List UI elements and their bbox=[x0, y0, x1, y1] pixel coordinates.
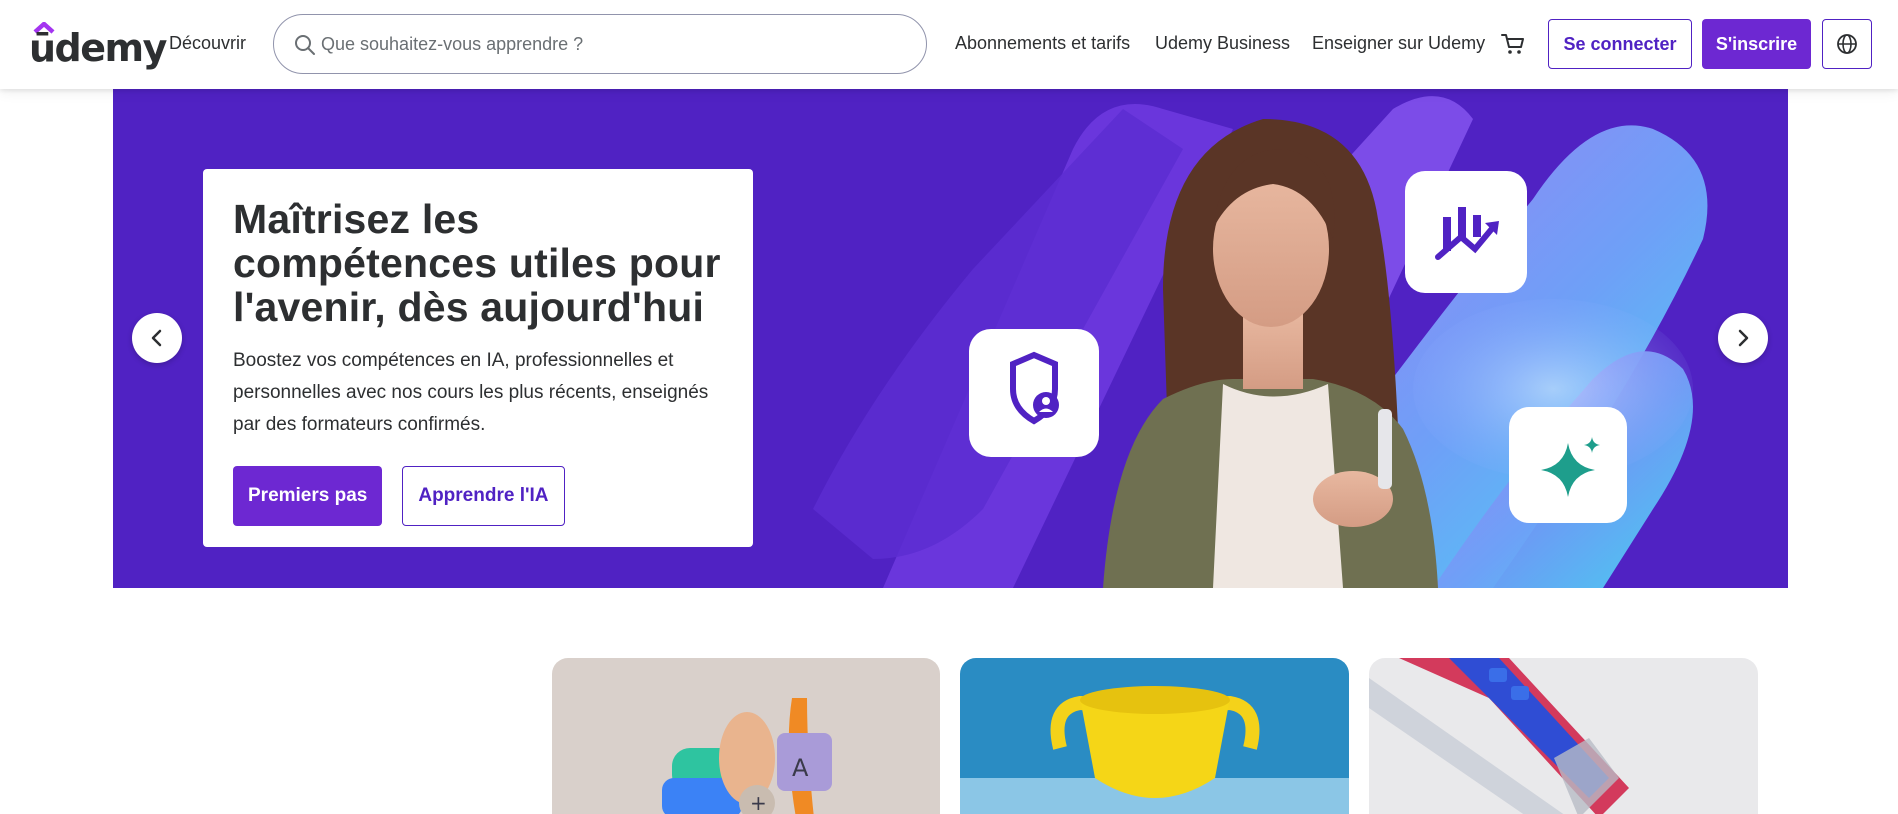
search-icon[interactable] bbox=[294, 34, 316, 56]
learn-ai-button[interactable]: Apprendre l'IA bbox=[402, 466, 565, 526]
svg-text:+: + bbox=[750, 791, 767, 814]
login-button[interactable]: Se connecter bbox=[1548, 19, 1692, 69]
explore-link[interactable]: Découvrir bbox=[169, 33, 246, 54]
arrows-illustration bbox=[1369, 658, 1629, 814]
teach-link[interactable]: Enseigner sur Udemy bbox=[1312, 33, 1485, 54]
blocks-illustration: A + bbox=[662, 698, 832, 814]
chevron-left-icon bbox=[151, 329, 162, 347]
globe-icon bbox=[1837, 34, 1857, 54]
course-card-image-2[interactable] bbox=[960, 658, 1349, 814]
search-bar[interactable] bbox=[273, 14, 927, 74]
plans-link[interactable]: Abonnements et tarifs bbox=[955, 33, 1130, 54]
chevron-right-icon bbox=[1738, 329, 1749, 347]
hero-subtitle: Boostez vos compétences en IA, professio… bbox=[233, 350, 709, 435]
chart-trend-card bbox=[1405, 171, 1527, 293]
hero-banner: Maîtrisez les compétences utiles pour l'… bbox=[113, 89, 1788, 588]
business-link[interactable]: Udemy Business bbox=[1155, 33, 1290, 54]
top-header: ūdemy Découvrir Abonnements et tarifs Ud… bbox=[0, 0, 1898, 89]
cart-icon[interactable] bbox=[1500, 31, 1526, 57]
hero-buttons: Premiers pas Apprendre l'IA bbox=[233, 466, 723, 526]
carousel-next-button[interactable] bbox=[1718, 313, 1768, 363]
carousel-prev-button[interactable] bbox=[132, 313, 182, 363]
trophy-illustration bbox=[960, 686, 1349, 814]
shield-user-card bbox=[969, 329, 1099, 457]
sparkle-card bbox=[1509, 407, 1627, 523]
course-card-image-1[interactable]: A + bbox=[552, 658, 940, 814]
svg-text:A: A bbox=[792, 754, 809, 782]
hero-card: Maîtrisez les compétences utiles pour l'… bbox=[203, 169, 753, 547]
signup-button[interactable]: S'inscrire bbox=[1702, 19, 1811, 69]
hero-title: Maîtrisez les compétences utiles pour l'… bbox=[233, 196, 721, 330]
udemy-logo[interactable]: ūdemy bbox=[29, 22, 167, 70]
language-button[interactable] bbox=[1822, 19, 1872, 69]
search-input[interactable] bbox=[319, 15, 909, 73]
get-started-button[interactable]: Premiers pas bbox=[233, 466, 383, 526]
course-card-image-3[interactable] bbox=[1369, 658, 1758, 814]
logo-text: ūdemy bbox=[29, 26, 167, 70]
